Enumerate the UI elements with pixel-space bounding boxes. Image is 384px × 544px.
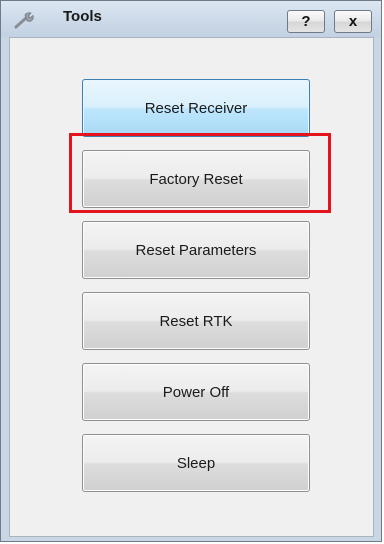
reset-rtk-button[interactable]: Reset RTK: [82, 292, 310, 350]
factory-reset-button[interactable]: Factory Reset: [82, 150, 310, 208]
sleep-button[interactable]: Sleep: [82, 434, 310, 492]
reset-parameters-button[interactable]: Reset Parameters: [82, 221, 310, 279]
title-bar[interactable]: Tools ? x: [1, 1, 381, 37]
wrench-icon: [13, 11, 37, 29]
close-button[interactable]: x: [334, 10, 372, 33]
help-button[interactable]: ?: [287, 10, 325, 33]
window-title: Tools: [63, 8, 102, 25]
reset-receiver-button[interactable]: Reset Receiver: [82, 79, 310, 137]
power-off-button[interactable]: Power Off: [82, 363, 310, 421]
